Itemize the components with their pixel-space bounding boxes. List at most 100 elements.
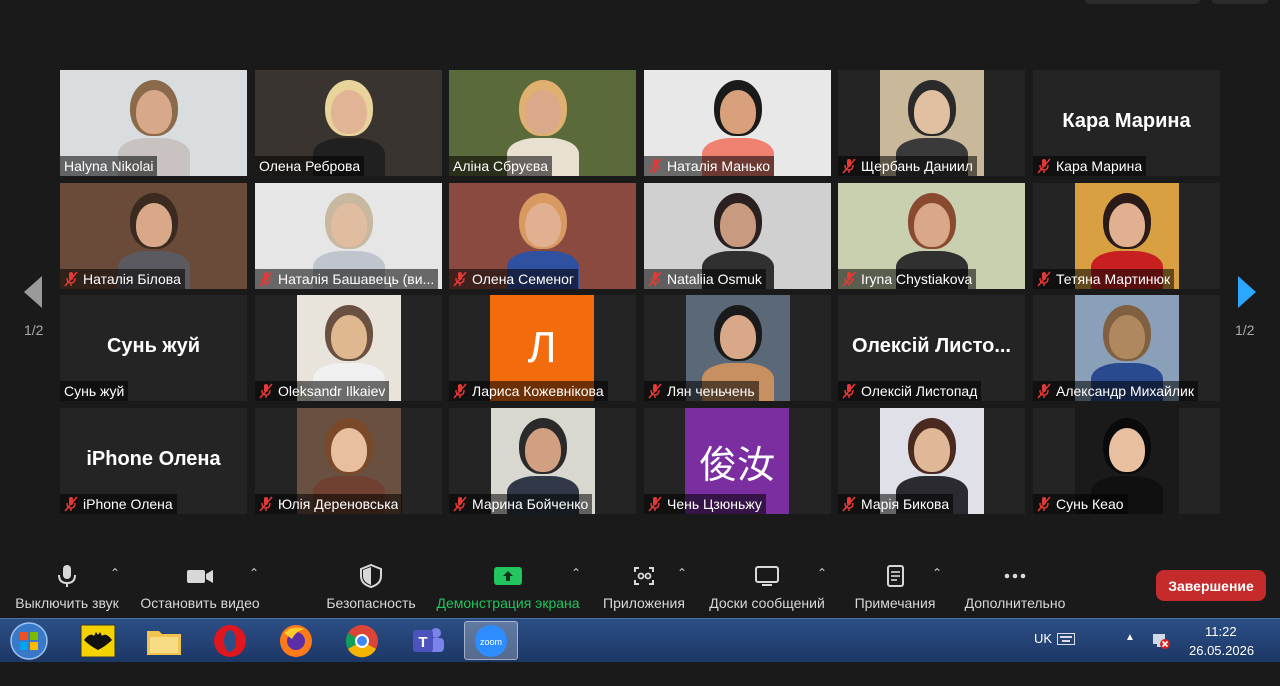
top-bar [0,0,1280,10]
share-screen-label: Демонстрация экрана [436,595,580,611]
firefox-icon [280,624,312,657]
taskbar-teams[interactable]: T [404,621,452,660]
muted-microphone-icon [1037,271,1051,287]
participant-tile[interactable]: Лян ченьчень [644,295,831,401]
participant-name: Чень Цзюньжу [667,496,762,512]
participant-name-label: Наталія Башавець (ви... [255,269,439,289]
teams-icon: T [413,627,444,652]
more-button[interactable]: Дополнительно [960,558,1070,618]
participant-tile[interactable]: Nataliia Osmuk [644,183,831,289]
chevron-up-icon[interactable]: ⌃ [677,566,687,580]
muted-microphone-icon [453,383,467,399]
notes-icon [887,565,904,587]
windows-logo-icon [10,621,48,660]
taskbar-batman-app[interactable] [74,621,122,660]
participant-tile[interactable]: Наталія Башавець (ви... [255,183,442,289]
taskbar-chrome[interactable] [338,621,386,660]
whiteboards-button[interactable]: Доски сообщений [703,558,831,618]
taskbar-zoom[interactable]: zoom [464,621,518,660]
participant-name-label: Кара Марина [1033,156,1147,176]
participant-name: Oleksandr Ilkaiev [278,383,386,399]
participant-tile[interactable]: Марина Бойченко [449,408,636,514]
participant-tile[interactable]: Наталія Манько [644,70,831,176]
participant-name: Nataliia Osmuk [667,271,762,287]
participant-name-label: Iryna Chystiakova [838,269,977,289]
participant-name-label: Марія Бикова [838,494,954,514]
participant-tile[interactable]: Юлія Дереновська [255,408,442,514]
start-button[interactable] [6,621,52,660]
security-button[interactable]: Безопасность [325,558,417,618]
participant-name-label: Олена Семеног [449,269,579,289]
participant-tile[interactable]: Сунь жуй Сунь жуй [60,295,247,401]
page-indicator-left: 1/2 [24,322,44,338]
participant-name: Аліна Сбруєва [453,158,548,174]
muted-microphone-icon [648,271,662,287]
top-control[interactable] [1085,0,1200,4]
participant-name-label: Наталія Манько [644,156,775,176]
mute-button[interactable]: Выключить звук [8,558,126,618]
participant-gallery: Halyna Nikolai Олена Реброва Аліна Сбруєва… [60,70,1220,514]
chevron-up-icon[interactable]: ⌃ [932,566,942,580]
participant-tile[interactable]: Олена Семеног [449,183,636,289]
participant-name: Олена Семеног [472,271,575,287]
muted-microphone-icon [64,496,78,512]
participant-tile[interactable]: Сунь Кеао [1033,408,1220,514]
stop-video-button[interactable]: Остановить видео [137,558,263,618]
taskbar-firefox[interactable] [272,621,320,660]
chrome-icon [345,624,378,657]
page-indicator-right: 1/2 [1235,322,1255,338]
participant-tile[interactable]: Щербань Даниил [838,70,1025,176]
chevron-up-icon[interactable]: ⌃ [110,566,120,580]
chevron-up-icon[interactable]: ⌃ [249,566,259,580]
notes-button[interactable]: Примечания [848,558,942,618]
participant-name-label: Лян ченьчень [644,381,759,401]
network-error-icon[interactable] [1151,630,1171,650]
participant-tile[interactable]: Halyna Nikolai [60,70,247,176]
participant-name-label: Юлія Дереновська [255,494,403,514]
taskbar-explorer[interactable] [140,621,188,660]
participant-name: Лариса Кожевнікова [472,383,604,399]
participant-tile[interactable]: Наталія Білова [60,183,247,289]
muted-microphone-icon [648,158,662,174]
stop-video-label: Остановить видео [140,595,260,611]
top-control[interactable] [1212,0,1268,4]
participant-tile[interactable]: Iryna Chystiakova [838,183,1025,289]
participant-name: Александр Михайлик [1056,383,1194,399]
share-screen-button[interactable]: Демонстрация экрана [433,558,583,618]
muted-microphone-icon [842,271,856,287]
show-hidden-icons[interactable]: ▲ [1125,632,1135,675]
mute-label: Выключить звук [15,595,119,611]
svg-text:T: T [418,634,427,651]
taskbar-opera[interactable] [206,621,254,660]
chevron-up-icon[interactable]: ⌃ [817,566,827,580]
participant-tile[interactable]: Марія Бикова [838,408,1025,514]
participant-name: Лян ченьчень [667,383,755,399]
participant-name-label: Александр Михайлик [1033,381,1198,401]
participant-tile[interactable]: Oleksandr Ilkaiev [255,295,442,401]
participant-name: Кара Марина [1056,158,1143,174]
participant-name: Юлія Дереновська [278,496,399,512]
shield-icon [360,564,382,588]
participant-tile[interactable]: Александр Михайлик [1033,295,1220,401]
participant-tile[interactable]: Тетяна Мартинюк [1033,183,1220,289]
muted-microphone-icon [842,496,856,512]
muted-microphone-icon [842,158,856,174]
participant-tile[interactable]: Кара Марина Кара Марина [1033,70,1220,176]
participant-tile[interactable]: 俊汝 Чень Цзюньжу [644,408,831,514]
keyboard-language[interactable]: UK [1034,631,1052,674]
participant-tile[interactable]: iPhone Олена iPhone Олена [60,408,247,514]
os-taskbar: T zoom UK ▲ 11:22 26.05.2026 [0,618,1280,662]
participant-tile[interactable]: Л Лариса Кожевнікова [449,295,636,401]
participant-tile[interactable]: Олена Реброва [255,70,442,176]
more-icon [1004,573,1026,579]
participant-tile[interactable]: Аліна Сбруєва [449,70,636,176]
participant-name-label: Наталія Білова [60,269,185,289]
clock-date[interactable]: 26.05.2026 [1189,643,1254,686]
participant-tile[interactable]: Олексій Листо... Олексій Листопад [838,295,1025,401]
participant-display-name: Кара Марина [1062,110,1191,132]
participant-name-label: Сунь жуй [60,381,129,401]
participant-name-label: Сунь Кеао [1033,494,1128,514]
chevron-up-icon[interactable]: ⌃ [571,566,581,580]
end-meeting-button[interactable]: Завершение [1156,570,1266,601]
participant-name: Марія Бикова [861,496,950,512]
